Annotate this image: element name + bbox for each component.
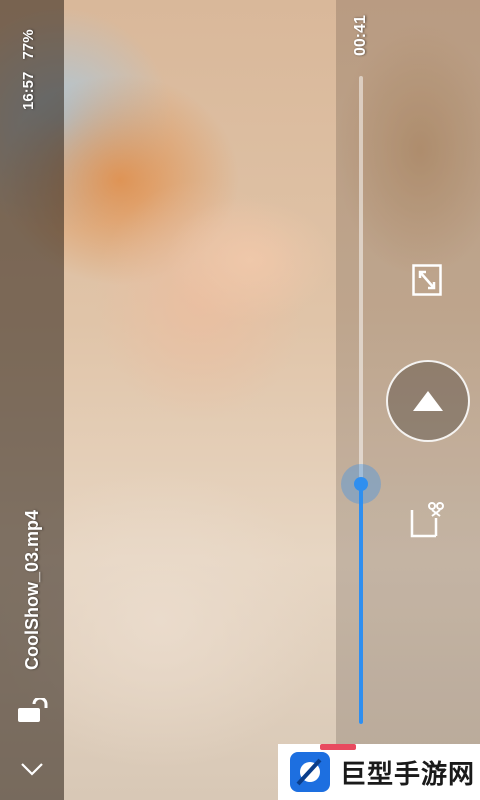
fullscreen-icon[interactable]	[412, 264, 442, 296]
current-time: 00:41	[352, 15, 369, 56]
video-title: CoolShow_03.mp4	[22, 509, 42, 670]
site-watermark: 巨型手游网	[278, 744, 480, 800]
status-time: 16:57	[20, 71, 37, 110]
battery-level: 77%	[20, 29, 37, 60]
chevron-down-icon[interactable]	[20, 760, 44, 778]
scissors-icon[interactable]	[410, 502, 444, 538]
info-bar	[0, 0, 64, 800]
watermark-text: 巨型手游网	[340, 758, 476, 789]
watermark-accent	[320, 744, 356, 750]
seek-progress	[359, 482, 363, 724]
seek-thumb[interactable]	[341, 464, 381, 504]
play-icon	[413, 391, 443, 411]
lock-icon[interactable]	[16, 698, 48, 724]
play-button[interactable]	[386, 360, 470, 442]
site-logo-icon	[290, 752, 330, 792]
status-bar: 16:57 77%	[20, 29, 37, 110]
